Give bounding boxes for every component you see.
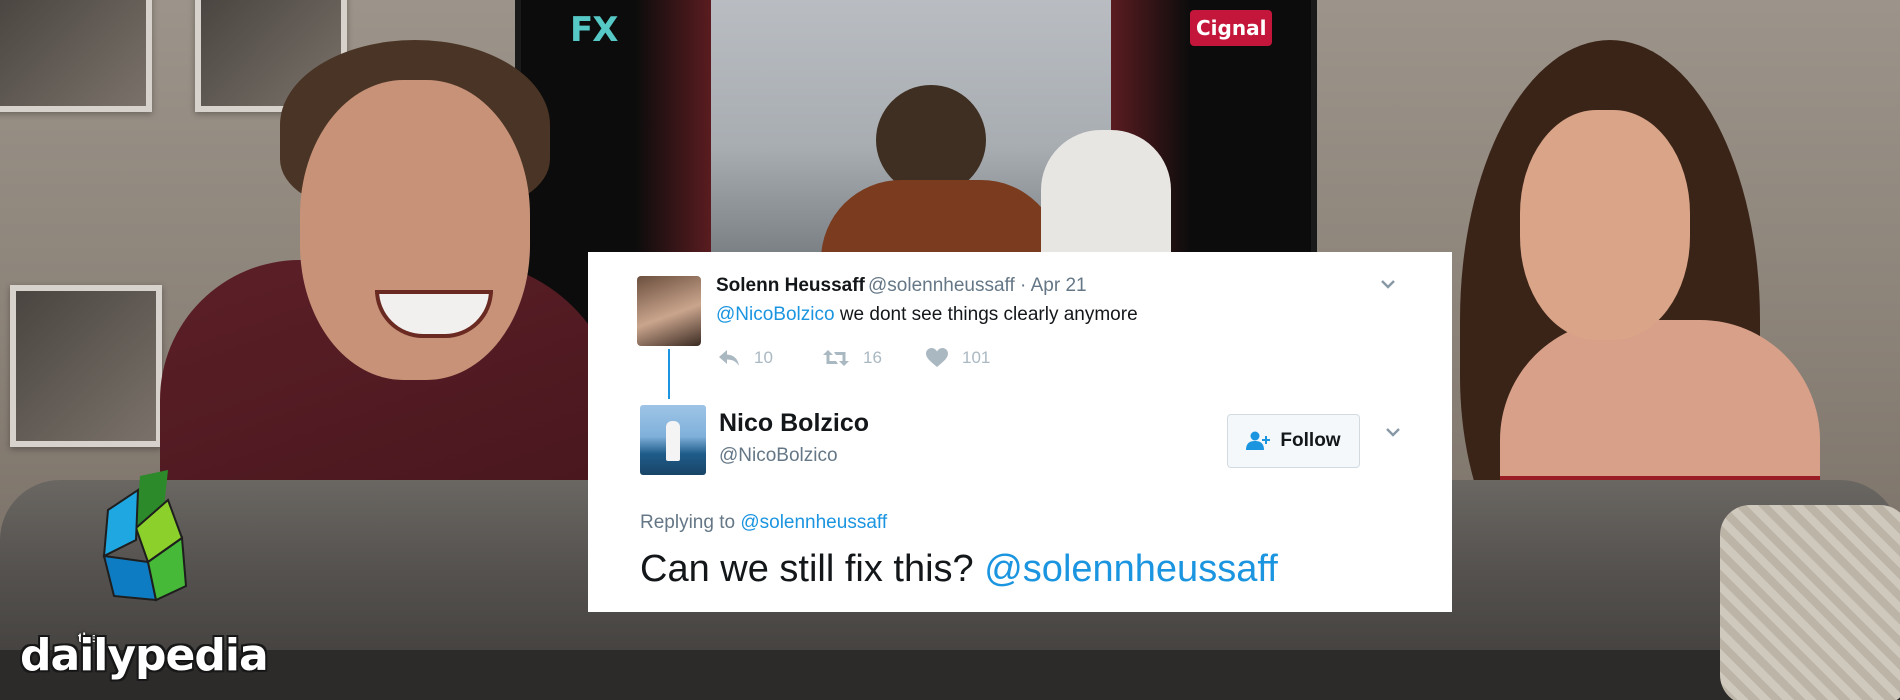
chevron-down-icon[interactable] xyxy=(1378,274,1398,300)
reply-count: 10 xyxy=(754,348,773,367)
reply-author-handle[interactable]: @NicoBolzico xyxy=(719,445,838,467)
reply-button[interactable]: 10 xyxy=(718,348,773,368)
dailypedia-wordmark: dailypedia xyxy=(20,630,269,681)
heart-icon xyxy=(926,348,948,367)
woman-face xyxy=(1520,110,1690,340)
reply-mention-link[interactable]: @solennheussaff xyxy=(984,548,1278,590)
tv-figure-head xyxy=(876,85,986,195)
knit-pillow xyxy=(1720,505,1900,700)
tweet-author-name[interactable]: Solenn Heussaff xyxy=(716,275,865,297)
sofa-base xyxy=(0,650,1900,700)
retweet-icon xyxy=(823,350,849,366)
tweet-author-handle[interactable]: @solennheussaff xyxy=(868,275,1015,296)
cignal-logo: Cignal xyxy=(1190,10,1273,46)
reply-author-name[interactable]: Nico Bolzico xyxy=(719,409,869,438)
tweet-date[interactable]: Apr 21 xyxy=(1031,275,1087,296)
follow-label: Follow xyxy=(1280,430,1341,451)
like-count: 101 xyxy=(962,348,991,367)
retweet-count: 16 xyxy=(863,348,882,367)
tweet-mention-link[interactable]: @NicoBolzico xyxy=(716,304,835,325)
thread-connector xyxy=(668,349,670,399)
reply-tweet-text: Can we still fix this? @solennheussaff xyxy=(640,548,1278,591)
reply-icon xyxy=(719,350,739,366)
dailypedia-mark-icon xyxy=(102,470,188,602)
tweet-body: we dont see things clearly anymore xyxy=(834,304,1138,325)
avatar[interactable] xyxy=(637,276,701,346)
avatar[interactable] xyxy=(640,405,706,475)
add-user-icon xyxy=(1246,431,1271,450)
like-button[interactable]: 101 xyxy=(926,348,990,368)
tweet-thread-card: Solenn Heussaff @solennheussaff · Apr 21… xyxy=(588,252,1452,612)
dailypedia-logo: the dailypedia xyxy=(20,470,270,690)
wall-picture-frame xyxy=(10,285,162,447)
tweet-text: @NicoBolzico we dont see things clearly … xyxy=(716,304,1138,326)
wall-picture-frame xyxy=(0,0,152,112)
meta-separator: · xyxy=(1020,275,1027,296)
retweet-button[interactable]: 16 xyxy=(823,348,882,368)
replying-to-prefix: Replying to xyxy=(640,512,741,533)
follow-button[interactable]: Follow xyxy=(1227,414,1360,468)
replying-to-link[interactable]: @solennheussaff xyxy=(740,512,887,533)
replying-to-line: Replying to @solennheussaff xyxy=(640,512,887,534)
reply-body: Can we still fix this? xyxy=(640,548,985,590)
chevron-down-icon[interactable] xyxy=(1383,422,1403,448)
tweet-author-meta: @solennheussaff · Apr 21 xyxy=(868,275,1087,297)
